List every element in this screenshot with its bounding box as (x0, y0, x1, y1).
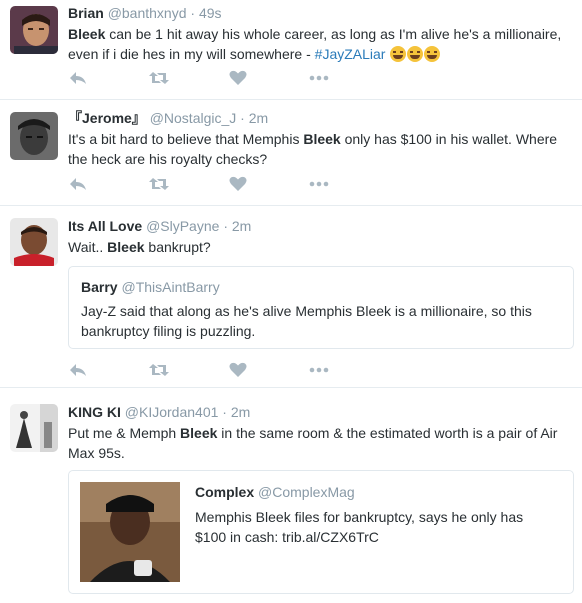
user-handle[interactable]: @SlyPayne (146, 218, 219, 234)
tweet-actions (68, 360, 368, 380)
quoted-tweet-header: Complex @ComplexMag (195, 483, 355, 501)
retweet-icon[interactable] (148, 68, 170, 88)
separator: · (222, 404, 227, 420)
more-icon[interactable] (308, 360, 330, 380)
user-name[interactable]: KING KI (68, 404, 121, 420)
separator: · (223, 218, 228, 234)
tweet-text: It's a bit hard to believe that Memphis … (68, 129, 572, 169)
tweet-text-segment: It's a bit hard to believe that Memphis (68, 131, 304, 147)
like-icon[interactable] (228, 174, 250, 194)
user-handle[interactable]: @KIJordan401 (125, 404, 219, 420)
user-name[interactable]: 『Jerome』 (68, 110, 146, 126)
quoted-user-name[interactable]: Barry (81, 279, 118, 295)
hashtag-link[interactable]: #JayZALiar (315, 46, 386, 62)
tweet-header: KING KI @KIJordan401 · 2m (68, 403, 572, 421)
avatar[interactable] (10, 218, 58, 266)
face-with-tears-of-joy-icon (390, 46, 407, 62)
like-icon[interactable] (228, 360, 250, 380)
retweet-icon[interactable] (148, 360, 170, 380)
face-with-tears-of-joy-icon (407, 46, 424, 62)
more-icon[interactable] (308, 174, 330, 194)
timestamp[interactable]: 2m (232, 218, 251, 234)
like-icon[interactable] (228, 68, 250, 88)
user-handle[interactable]: @Nostalgic_J (150, 110, 237, 126)
timestamp[interactable]: 2m (249, 110, 268, 126)
reply-icon[interactable] (68, 360, 90, 380)
retweet-icon[interactable] (148, 174, 170, 194)
highlighted-keyword: Bleek (180, 425, 218, 441)
reply-icon[interactable] (68, 68, 90, 88)
tweet-actions (68, 174, 368, 194)
user-handle[interactable]: @banthxnyd (108, 5, 187, 21)
avatar[interactable] (10, 112, 58, 160)
separator: · (240, 110, 245, 126)
tweet-text: Bleek can be 1 hit away his whole career… (68, 24, 572, 64)
avatar[interactable] (10, 6, 58, 54)
quoted-user-handle[interactable]: @ThisAintBarry (121, 279, 219, 295)
tweet-text-segment: Put me & Memph (68, 425, 181, 441)
reply-icon[interactable] (68, 174, 90, 194)
face-with-tears-of-joy-icon (424, 46, 441, 62)
quoted-user-name[interactable]: Complex (195, 484, 254, 500)
tweet: Its All Love @SlyPayne · 2m Wait.. Bleek… (0, 206, 582, 388)
quoted-tweet-text: Jay-Z said that along as he's alive Memp… (81, 303, 532, 339)
highlighted-keyword: Bleek (68, 26, 106, 42)
highlighted-keyword: Bleek (303, 131, 341, 147)
tweet-header: 『Jerome』 @Nostalgic_J · 2m (68, 109, 572, 127)
avatar[interactable] (10, 404, 58, 452)
tweet: Brian @banthxnyd · 49s Bleek can be 1 hi… (0, 0, 582, 100)
user-name[interactable]: Its All Love (68, 218, 142, 234)
more-icon[interactable] (308, 68, 330, 88)
separator: · (190, 5, 196, 21)
tweet-text: Wait.. Bleek bankrupt? (68, 237, 572, 257)
tweet-text: Put me & Memph Bleek in the same room & … (68, 423, 572, 463)
quoted-tweet-text: Memphis Bleek files for bankruptcy, says… (195, 509, 524, 545)
tweet: 『Jerome』 @Nostalgic_J · 2m It's a bit ha… (0, 100, 582, 206)
tweet-header: Its All Love @SlyPayne · 2m (68, 217, 572, 235)
highlighted-keyword: Bleek (107, 239, 145, 255)
quoted-tweet[interactable]: Barry @ThisAintBarry Jay-Z said that alo… (68, 266, 574, 349)
timestamp[interactable]: 49s (199, 5, 222, 21)
tweet-actions (68, 68, 368, 88)
user-name[interactable]: Brian (68, 5, 104, 21)
timestamp[interactable]: 2m (231, 404, 250, 420)
quoted-tweet-header: Barry @ThisAintBarry (81, 278, 220, 296)
quoted-user-handle[interactable]: @ComplexMag (258, 484, 355, 500)
tweet-text-segment: Wait.. (68, 239, 108, 255)
quoted-tweet-image[interactable] (80, 482, 180, 582)
quoted-tweet[interactable]: Complex @ComplexMag Memphis Bleek files … (68, 470, 574, 594)
tweet: KING KI @KIJordan401 · 2m Put me & Memph… (0, 388, 582, 603)
tweet-text-segment: bankrupt? (144, 239, 211, 255)
tweet-header: Brian @banthxnyd · 49s (68, 4, 572, 22)
